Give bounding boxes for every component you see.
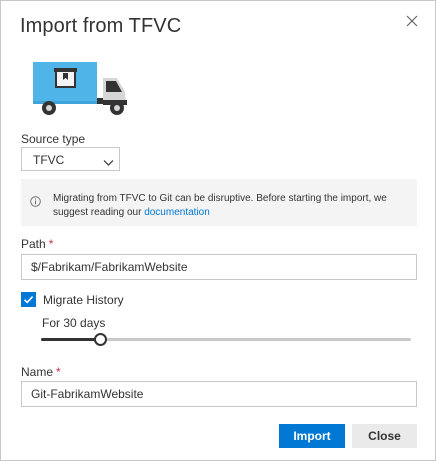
- path-input[interactable]: $/Fabrikam/FabrikamWebsite: [21, 254, 417, 280]
- close-icon[interactable]: [401, 10, 423, 32]
- required-marker: *: [56, 365, 61, 379]
- checkmark-icon: [23, 296, 34, 304]
- source-type-value: TFVC: [33, 153, 65, 167]
- name-label: Name: [21, 365, 54, 379]
- path-label-row: Path *: [21, 237, 53, 251]
- slider-fill: [41, 338, 101, 341]
- info-banner: Migrating from TFVC to Git can be disrup…: [21, 179, 417, 226]
- source-type-dropdown[interactable]: TFVC: [21, 147, 120, 171]
- history-slider[interactable]: [41, 331, 411, 347]
- import-button[interactable]: Import: [279, 424, 345, 448]
- info-icon: [30, 194, 41, 207]
- source-type-label: Source type: [21, 132, 86, 146]
- name-label-row: Name *: [21, 365, 61, 379]
- close-button[interactable]: Close: [352, 424, 417, 448]
- history-duration-label: For 30 days: [42, 316, 106, 330]
- name-input[interactable]: Git-FabrikamWebsite: [21, 381, 417, 407]
- info-message: Migrating from TFVC to Git can be disrup…: [53, 193, 387, 218]
- slider-thumb[interactable]: [94, 333, 108, 346]
- documentation-link[interactable]: documentation: [144, 207, 210, 218]
- required-marker: *: [48, 237, 54, 251]
- moving-truck-icon: [33, 62, 133, 116]
- chevron-down-icon: [103, 156, 114, 166]
- migrate-history-label: Migrate History: [43, 293, 124, 307]
- dialog-title: Import from TFVC: [20, 15, 182, 37]
- migrate-history-checkbox[interactable]: [21, 292, 36, 307]
- import-dialog: Import from TFVC Source type TFVC Migrat…: [0, 0, 436, 461]
- path-label: Path: [21, 237, 46, 251]
- info-message-block: Migrating from TFVC to Git can be disrup…: [53, 192, 409, 220]
